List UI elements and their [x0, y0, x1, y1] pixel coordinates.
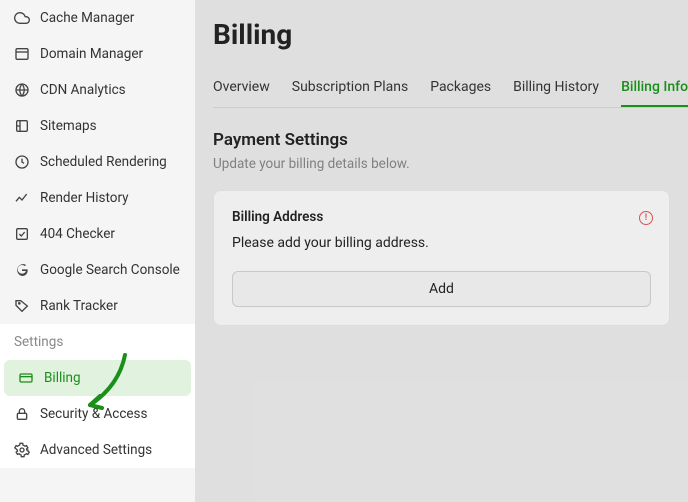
sidebar-item-label: Security & Access: [40, 406, 147, 422]
page-title: Billing: [213, 18, 688, 51]
sidebar-item-label: Billing: [44, 370, 81, 386]
sidebar-item-billing[interactable]: Billing: [4, 360, 191, 396]
tab-billing-history[interactable]: Billing History: [513, 69, 599, 107]
sitemap-icon: [14, 118, 30, 134]
gear-icon: [14, 442, 30, 458]
tab-billing-info[interactable]: Billing Info: [621, 69, 688, 107]
sidebar-item-render-history[interactable]: Render History: [0, 180, 195, 216]
sidebar-item-label: Cache Manager: [40, 10, 134, 26]
credit-card-icon: [18, 370, 34, 386]
card-title: Billing Address: [232, 209, 651, 225]
check-square-icon: [14, 226, 30, 242]
sidebar: Cache Manager Domain Manager CDN Analyti…: [0, 0, 195, 502]
settings-header: Settings: [0, 324, 195, 360]
cloud-icon: [14, 10, 30, 26]
sidebar-item-label: Render History: [40, 190, 129, 206]
lock-icon: [14, 406, 30, 422]
add-button[interactable]: Add: [232, 271, 651, 307]
sidebar-item-label: 404 Checker: [40, 226, 115, 242]
sidebar-item-domain-manager[interactable]: Domain Manager: [0, 36, 195, 72]
tag-icon: [14, 298, 30, 314]
sidebar-item-label: Scheduled Rendering: [40, 154, 167, 170]
tab-subscription-plans[interactable]: Subscription Plans: [292, 69, 408, 107]
sidebar-item-cdn-analytics[interactable]: CDN Analytics: [0, 72, 195, 108]
sidebar-item-label: Google Search Console: [40, 262, 180, 278]
tabs: Overview Subscription Plans Packages Bil…: [213, 69, 688, 108]
sidebar-item-security-access[interactable]: Security & Access: [0, 396, 195, 432]
sidebar-item-label: Rank Tracker: [40, 298, 118, 314]
browser-icon: [14, 46, 30, 62]
sidebar-item-rank-tracker[interactable]: Rank Tracker: [0, 288, 195, 324]
sidebar-item-scheduled-rendering[interactable]: Scheduled Rendering: [0, 144, 195, 180]
sidebar-item-label: CDN Analytics: [40, 82, 126, 98]
sidebar-item-label: Advanced Settings: [40, 442, 152, 458]
tab-overview[interactable]: Overview: [213, 69, 270, 107]
sidebar-item-label: Sitemaps: [40, 118, 97, 134]
sidebar-item-cache-manager[interactable]: Cache Manager: [0, 0, 195, 36]
sidebar-item-label: Domain Manager: [40, 46, 143, 62]
tab-packages[interactable]: Packages: [430, 69, 491, 107]
settings-section: Settings Billing Security & Access Advan…: [0, 324, 195, 468]
globe-icon: [14, 82, 30, 98]
billing-address-card: Billing Address Please add your billing …: [213, 190, 670, 326]
sidebar-item-sitemaps[interactable]: Sitemaps: [0, 108, 195, 144]
chart-line-icon: [14, 190, 30, 206]
sidebar-item-advanced-settings[interactable]: Advanced Settings: [0, 432, 195, 468]
section-title: Payment Settings: [213, 130, 688, 150]
section-subtitle: Update your billing details below.: [213, 156, 688, 172]
alert-icon: [639, 211, 653, 225]
card-text: Please add your billing address.: [232, 235, 651, 251]
google-icon: [14, 262, 30, 278]
sidebar-item-404-checker[interactable]: 404 Checker: [0, 216, 195, 252]
clock-icon: [14, 154, 30, 170]
sidebar-item-google-search-console[interactable]: Google Search Console: [0, 252, 195, 288]
main-content: Billing Overview Subscription Plans Pack…: [195, 0, 688, 502]
